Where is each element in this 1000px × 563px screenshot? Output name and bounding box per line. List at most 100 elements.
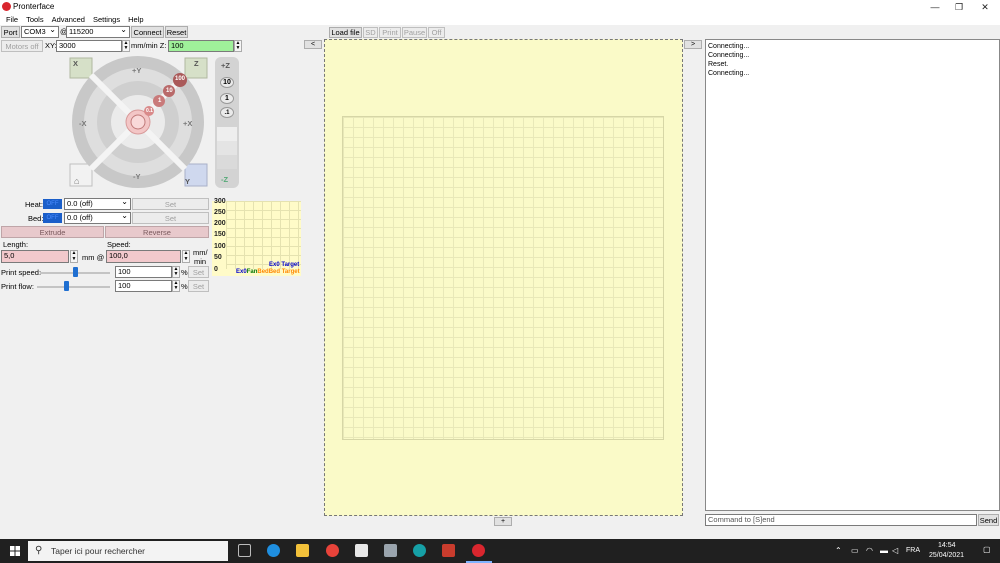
search-icon: ⚲ [35,545,43,556]
speed-spinner[interactable]: ▲ ▼ [182,250,190,263]
collapse-left-button[interactable]: < [304,40,322,49]
windows-start-icon[interactable] [10,546,20,556]
home-all-icon: ⌂ [74,176,80,186]
legend-bed-target: Bed Target [268,269,300,275]
collapse-right-button[interactable]: > [684,40,702,49]
task-view-icon[interactable] [238,544,251,557]
edge-icon[interactable] [267,544,280,557]
plus-x-label: +X [183,119,193,128]
reverse-button[interactable]: Reverse [105,226,209,238]
load-file-button[interactable]: Load file [329,27,362,38]
speed-unit-bottom: min [194,257,207,266]
store-icon[interactable] [355,544,368,557]
send-button[interactable]: Send [978,514,999,526]
print-flow-spinner[interactable]: ▲ ▼ [172,280,180,292]
print-flow-percent: % [181,282,188,291]
slicer-icon[interactable] [442,544,455,557]
file-explorer-icon[interactable] [296,544,309,557]
graph-legend: Ex0FanBedBed Target [236,269,300,275]
menu-help[interactable]: Help [124,14,147,25]
extrude-button[interactable]: Extrude [1,226,104,238]
speed-input[interactable]: 100,0 [106,250,181,263]
jog-step-001[interactable] [130,114,146,130]
console-line: Connecting... [708,70,750,77]
z-level-1[interactable] [217,127,237,141]
title-bar: Pronterface — ❐ ✕ [0,0,1000,14]
pronterface-taskbar-icon[interactable] [472,544,485,557]
motors-off-button[interactable]: Motors off [1,40,43,52]
console-log[interactable]: Connecting... Connecting... Reset. Conne… [705,39,1000,511]
length-input[interactable]: 5,0 [1,250,69,263]
xy-feedrate-input[interactable]: 3000 [56,40,122,52]
z-level-3[interactable] [217,155,237,169]
print-flow-label: Print flow: [1,282,34,291]
connect-button[interactable]: Connect [131,26,164,38]
taskbar-search-box[interactable]: ⚲ Taper ici pour rechercher [28,541,228,561]
print-button[interactable]: Print [379,27,401,38]
legend-bed: Bed [257,269,269,275]
print-flow-input[interactable]: 100 [115,280,172,292]
xy-feedrate-spinner[interactable]: ▲ ▼ [122,40,130,52]
z-feedrate-input[interactable]: 100 [168,40,234,52]
bed-set-button[interactable]: Set [132,212,209,224]
print-speed-set-button[interactable]: Set [188,266,209,278]
arduino-icon[interactable] [413,544,426,557]
port-select[interactable]: COM3 [21,26,59,38]
heat-temp-select[interactable]: 0.0 (off) [64,198,131,210]
chrome-icon[interactable] [326,544,339,557]
z-level-2[interactable] [217,141,237,155]
tray-chevron-icon[interactable]: ⌃ [835,546,842,555]
print-speed-spinner[interactable]: ▲ ▼ [172,266,180,278]
xy-label: XY: [45,41,57,50]
print-speed-percent: % [181,268,188,277]
window-title: Pronterface [13,2,55,11]
menu-settings[interactable]: Settings [89,14,124,25]
baud-select[interactable]: 115200 [66,26,130,38]
tray-language[interactable]: FRA [906,547,920,554]
port-button[interactable]: Port [1,26,20,38]
menu-file[interactable]: File [2,14,22,25]
pause-button[interactable]: Pause [402,27,427,38]
print-speed-slider-thumb[interactable] [73,267,78,277]
print-speed-input[interactable]: 100 [115,266,172,278]
minimize-button[interactable]: — [922,0,948,14]
length-spinner[interactable]: ▲ ▼ [70,250,78,263]
tray-wifi-icon[interactable]: ◠ [866,546,873,555]
off-button[interactable]: Off [428,27,445,38]
printer-app-icon[interactable] [384,544,397,557]
print-flow-slider-thumb[interactable] [64,281,70,291]
tray-battery-icon[interactable]: ▬ [880,546,888,555]
z-step-10[interactable]: 10 [220,77,234,88]
z-step-01[interactable]: .1 [220,107,234,118]
graph-tick: 200 [214,220,226,227]
feed-unit-label: mm/min Z: [131,41,167,50]
print-flow-set-button[interactable]: Set [188,280,209,292]
expand-bottom-button[interactable]: + [494,517,512,526]
reset-button[interactable]: Reset [165,26,188,38]
tray-volume-icon[interactable]: ◁ [892,546,898,555]
menu-tools[interactable]: Tools [22,14,48,25]
console-line: Reset. [708,61,729,68]
command-input[interactable]: Command to [S]end [705,514,977,526]
heat-set-button[interactable]: Set [132,198,209,210]
sd-button[interactable]: SD [363,27,378,38]
heat-label: Heat: [25,200,43,209]
print-bed-viewer[interactable] [324,39,683,516]
print-flow-slider[interactable] [37,286,110,288]
bed-temp-select[interactable]: 0.0 (off) [64,212,131,224]
graph-tick: 50 [214,254,222,261]
maximize-button[interactable]: ❐ [946,0,972,14]
tray-network-icon[interactable]: ▭ [851,546,859,555]
z-step-1[interactable]: 1 [220,93,234,104]
menu-advanced[interactable]: Advanced [48,14,89,25]
graph-grid [226,201,301,269]
speed-label: Speed: [107,240,131,249]
tray-time[interactable]: 14:54 [938,542,956,549]
z-feedrate-spinner[interactable]: ▲ ▼ [234,40,242,52]
close-button[interactable]: ✕ [972,0,998,14]
z-jog-control[interactable]: +Z 10 1 .1 -Z [215,57,239,188]
tray-date[interactable]: 25/04/2021 [929,552,964,559]
z-plus-label: +Z [221,61,230,70]
notifications-icon[interactable]: ▢ [983,545,991,554]
graph-tick: 250 [214,209,226,216]
